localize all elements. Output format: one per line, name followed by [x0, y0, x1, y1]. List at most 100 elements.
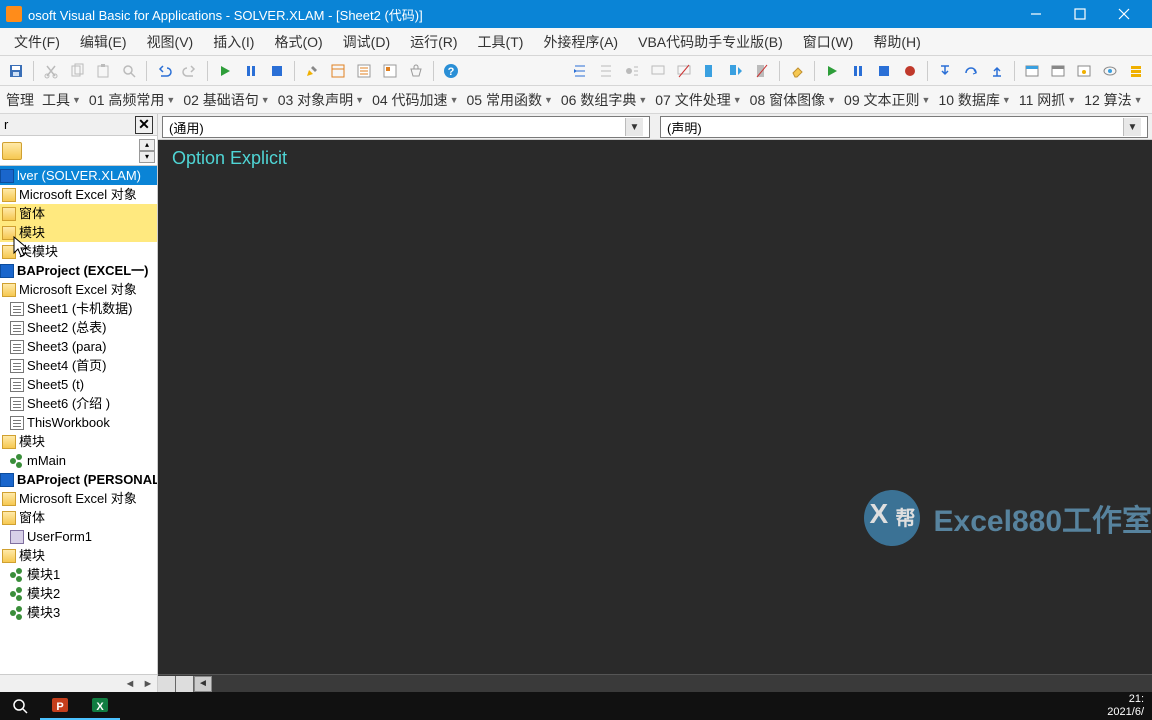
menu-item[interactable]: 插入(I) [203, 28, 264, 56]
category-item[interactable]: 11 网抓▼ [1015, 86, 1080, 114]
bookmark-button[interactable] [698, 59, 722, 83]
menu-item[interactable]: 编辑(E) [70, 28, 137, 56]
powerpoint-app-icon[interactable]: P [40, 692, 80, 720]
undo-button[interactable] [152, 59, 176, 83]
category-item[interactable]: 08 窗体图像▼ [746, 86, 840, 114]
menu-item[interactable]: VBA代码助手专业版(B) [628, 28, 793, 56]
step-into-button[interactable] [933, 59, 957, 83]
object-browser-button[interactable] [378, 59, 402, 83]
category-item[interactable]: 工具▼ [38, 86, 85, 114]
tree-node[interactable]: BAProject (PERSONAL [0, 470, 157, 489]
category-item[interactable]: 03 对象声明▼ [274, 86, 368, 114]
tree-node[interactable]: Sheet1 (卡机数据) [0, 299, 157, 318]
tree-node[interactable]: 模块3 [0, 603, 157, 622]
procedure-view-button[interactable] [158, 676, 176, 692]
category-item[interactable]: 09 文本正则▼ [840, 86, 934, 114]
toolbox-button[interactable] [404, 59, 428, 83]
copy-button[interactable] [65, 59, 89, 83]
run2-button[interactable] [820, 59, 844, 83]
redo-button[interactable] [178, 59, 202, 83]
find-button[interactable] [117, 59, 141, 83]
menu-item[interactable]: 工具(T) [468, 28, 534, 56]
tree-node[interactable]: 模块 [0, 546, 157, 565]
tree-node[interactable]: Microsoft Excel 对象 [0, 489, 157, 508]
bp-toggle-button[interactable] [620, 59, 644, 83]
menu-item[interactable]: 运行(R) [400, 28, 467, 56]
outdent-button[interactable] [594, 59, 618, 83]
cut-button[interactable] [39, 59, 63, 83]
project-tree[interactable]: lver (SOLVER.XLAM)Microsoft Excel 对象窗体模块… [0, 166, 157, 674]
system-clock[interactable]: 21: 2021/6/ [1099, 693, 1152, 719]
tree-node[interactable]: BAProject (EXCEL一) [0, 261, 157, 280]
design-mode-button[interactable] [300, 59, 324, 83]
excel-app-icon[interactable]: X [80, 692, 120, 720]
tree-node[interactable]: 窗体 [0, 204, 157, 223]
category-item[interactable]: 04 代码加速▼ [368, 86, 462, 114]
tree-node[interactable]: Microsoft Excel 对象 [0, 185, 157, 204]
category-item[interactable]: 05 常用函数▼ [462, 86, 556, 114]
tree-node[interactable]: 窗体 [0, 508, 157, 527]
call-stack-button[interactable] [1124, 59, 1148, 83]
tree-node[interactable]: 模块2 [0, 584, 157, 603]
tree-node[interactable]: mMain [0, 451, 157, 470]
break-button[interactable] [239, 59, 263, 83]
run-button[interactable] [213, 59, 237, 83]
category-item[interactable]: 07 文件处理▼ [651, 86, 745, 114]
immediate-window-button[interactable] [1046, 59, 1070, 83]
procedure-combo[interactable]: (声明) ▼ [660, 116, 1148, 138]
object-combo[interactable]: (通用) ▼ [162, 116, 650, 138]
tree-node[interactable]: Sheet3 (para) [0, 337, 157, 356]
properties-button[interactable] [352, 59, 376, 83]
explorer-scroll-buttons[interactable]: ▴▾ [139, 139, 155, 163]
step-over-button[interactable] [959, 59, 983, 83]
menu-item[interactable]: 帮助(H) [863, 28, 930, 56]
indent-button[interactable] [568, 59, 592, 83]
code-editor[interactable]: Option Explicit Excel880工作室 [158, 140, 1152, 674]
category-item[interactable]: 管理 [2, 86, 38, 114]
save-button[interactable] [4, 59, 28, 83]
explorer-hscroll[interactable]: ◄ ► [0, 674, 157, 692]
category-item[interactable]: 06 数组字典▼ [557, 86, 651, 114]
tree-node[interactable]: Sheet6 (介绍 ) [0, 394, 157, 413]
category-item[interactable]: 02 基础语句▼ [179, 86, 273, 114]
folder-view-icon[interactable] [2, 142, 22, 160]
menu-item[interactable]: 外接程序(A) [533, 28, 628, 56]
help-button[interactable]: ? [439, 59, 463, 83]
reset-button[interactable] [265, 59, 289, 83]
chevron-down-icon[interactable]: ▼ [625, 118, 643, 136]
tree-node[interactable]: Microsoft Excel 对象 [0, 280, 157, 299]
tree-node[interactable]: UserForm1 [0, 527, 157, 546]
tree-node[interactable]: 模块 [0, 432, 157, 451]
hscroll-left-button[interactable]: ◄ [194, 676, 212, 692]
chevron-down-icon[interactable]: ▼ [1123, 118, 1141, 136]
pause2-button[interactable] [846, 59, 870, 83]
search-button[interactable] [0, 692, 40, 720]
quick-watch-button[interactable] [1098, 59, 1122, 83]
category-item[interactable]: 10 数据库▼ [934, 86, 1014, 114]
menu-item[interactable]: 视图(V) [137, 28, 204, 56]
breakpoint2-button[interactable] [898, 59, 922, 83]
tree-node[interactable]: Sheet2 (总表) [0, 318, 157, 337]
next-bookmark-button[interactable] [724, 59, 748, 83]
uncomment-button[interactable] [672, 59, 696, 83]
tree-node[interactable]: Sheet4 (首页) [0, 356, 157, 375]
menu-item[interactable]: 文件(F) [4, 28, 70, 56]
category-item[interactable]: 01 高频常用▼ [85, 86, 179, 114]
menu-item[interactable]: 格式(O) [264, 28, 332, 56]
eraser-button[interactable] [785, 59, 809, 83]
comment-button[interactable] [646, 59, 670, 83]
step-out-button[interactable] [985, 59, 1009, 83]
stop2-button[interactable] [872, 59, 896, 83]
tree-node[interactable]: lver (SOLVER.XLAM) [0, 166, 157, 185]
maximize-button[interactable] [1058, 0, 1102, 28]
full-module-view-button[interactable] [176, 676, 194, 692]
clear-bookmark-button[interactable] [750, 59, 774, 83]
scroll-left-icon[interactable]: ◄ [121, 678, 139, 690]
explorer-close-button[interactable]: ✕ [135, 116, 153, 134]
project-explorer-button[interactable] [326, 59, 350, 83]
tree-node[interactable]: 类模块 [0, 242, 157, 261]
tree-node[interactable]: Sheet5 (t) [0, 375, 157, 394]
paste-button[interactable] [91, 59, 115, 83]
minimize-button[interactable] [1014, 0, 1058, 28]
watch-window-button[interactable] [1072, 59, 1096, 83]
